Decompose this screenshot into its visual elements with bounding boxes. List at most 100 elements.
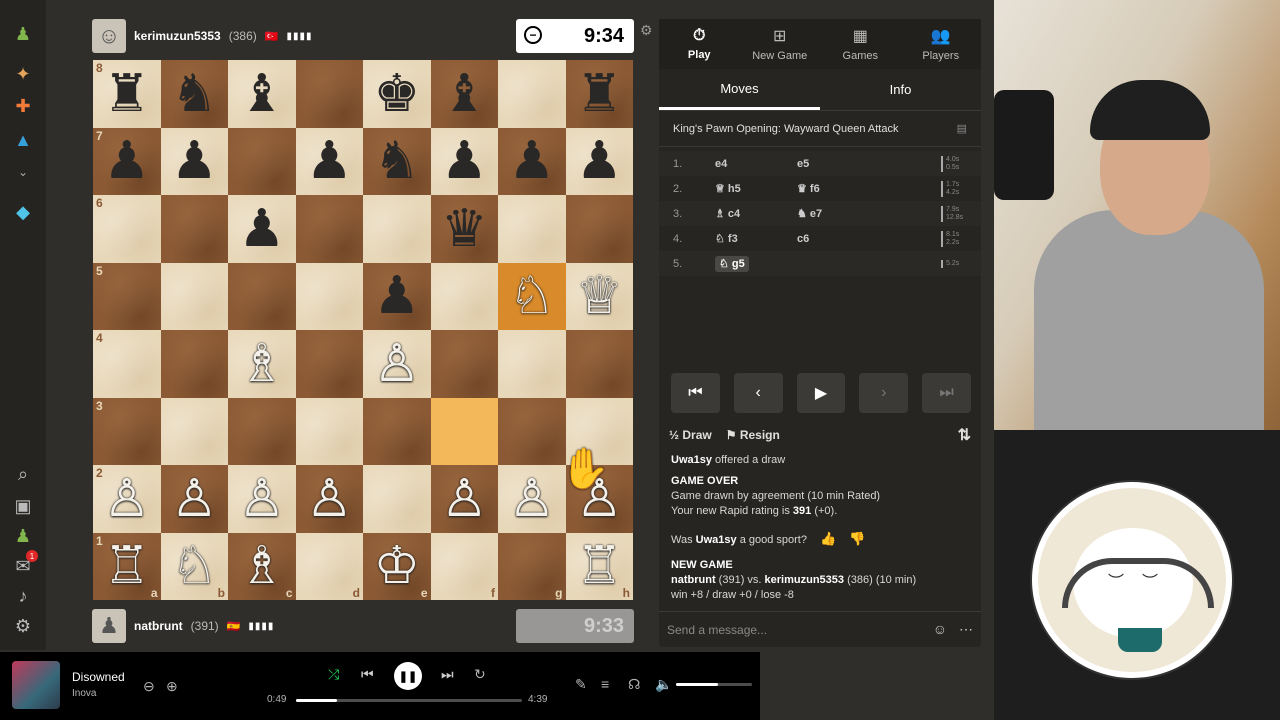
square-d7[interactable]: ♟: [295, 127, 363, 195]
ng-white[interactable]: natbrunt: [671, 574, 716, 586]
chess-piece[interactable]: ♞: [171, 68, 218, 120]
square-a3[interactable]: 3: [93, 397, 161, 465]
chess-piece[interactable]: ♟: [576, 135, 623, 187]
edit-icon[interactable]: ✎: [575, 676, 587, 693]
previous-track-icon[interactable]: ⏮: [361, 666, 374, 683]
square-d1[interactable]: d: [295, 532, 363, 600]
volume-icon[interactable]: 🔈: [655, 676, 672, 693]
square-g6[interactable]: [498, 195, 566, 263]
square-a6[interactable]: 6: [93, 195, 161, 263]
square-b3[interactable]: [160, 397, 228, 465]
black-move[interactable]: c6: [797, 233, 879, 245]
avatar[interactable]: ♟: [92, 609, 126, 643]
last-move-button[interactable]: ⏭: [922, 373, 971, 413]
square-b1[interactable]: ♘ b: [160, 532, 228, 600]
tab-moves[interactable]: Moves: [659, 69, 820, 110]
learn-icon[interactable]: ✚: [11, 94, 35, 118]
chess-piece[interactable]: ♚: [373, 68, 420, 120]
chess-board[interactable]: ♜ 8 ♞ ♝ ♚ ♝ ♜ ♟ 7 ♟ ♟ ♞ ♟ ♟ ♟ 6 ♟ ♛ 5 ♟ ♘ ♕ 4 ♗ ♙ 3 ♙ 2 ♙ ♙ ♙ ♙ ♙ ♙ ♖ 1 a ♘ b ♗…: [93, 60, 633, 600]
draw-button[interactable]: ½ Draw: [669, 428, 712, 442]
square-f5[interactable]: [430, 262, 498, 330]
chess-piece[interactable]: ♝: [441, 68, 488, 120]
volume-slider[interactable]: [676, 683, 752, 686]
repeat-icon[interactable]: ↻: [474, 666, 486, 683]
chess-piece[interactable]: ♙: [508, 473, 555, 525]
square-g3[interactable]: [498, 397, 566, 465]
black-move[interactable]: ♛ f6: [797, 182, 879, 195]
chess-piece[interactable]: ♗: [238, 540, 285, 592]
thumbs-down-icon[interactable]: 👎: [849, 531, 865, 546]
black-move[interactable]: e5: [797, 158, 879, 170]
square-b2[interactable]: ♙: [160, 465, 228, 533]
puzzles-icon[interactable]: ✦: [11, 62, 35, 86]
white-move[interactable]: ♘ g5: [715, 256, 797, 272]
chess-piece[interactable]: ♙: [306, 473, 353, 525]
square-e2[interactable]: [363, 465, 431, 533]
chess-piece[interactable]: ♙: [103, 473, 150, 525]
next-track-icon[interactable]: ⏭: [441, 666, 454, 683]
square-b8[interactable]: ♞: [160, 60, 228, 128]
message-input[interactable]: Send a message...: [667, 623, 767, 637]
play-moves-button[interactable]: ▶: [796, 373, 846, 413]
square-d4[interactable]: [295, 330, 363, 398]
chess-piece[interactable]: ♟: [238, 203, 285, 255]
chess-piece[interactable]: ♛: [441, 203, 488, 255]
chat-user[interactable]: Uwa1sy: [671, 454, 712, 466]
square-c4[interactable]: ♗: [228, 330, 296, 398]
square-b5[interactable]: [160, 262, 228, 330]
add-icon[interactable]: ⊕: [166, 678, 178, 695]
chess-piece[interactable]: ♘: [171, 540, 218, 592]
square-g5[interactable]: ♘: [498, 262, 566, 330]
ng-black[interactable]: kerimuzun5353: [765, 574, 844, 586]
square-c6[interactable]: ♟: [228, 195, 296, 263]
book-icon[interactable]: ▤: [957, 122, 967, 135]
square-f1[interactable]: f: [430, 532, 498, 600]
square-d2[interactable]: ♙: [295, 465, 363, 533]
white-move[interactable]: ♕ h5: [715, 182, 797, 195]
chess-piece[interactable]: ♙: [441, 473, 488, 525]
chevron-down-icon[interactable]: ⌄: [11, 160, 35, 184]
square-d3[interactable]: [295, 397, 363, 465]
tab-info[interactable]: Info: [820, 69, 981, 110]
tab-play[interactable]: ⏱ Play: [659, 19, 740, 69]
avatar[interactable]: ☺: [92, 19, 126, 53]
chess-piece[interactable]: ♟: [306, 135, 353, 187]
square-c2[interactable]: ♙: [228, 465, 296, 533]
chess-piece[interactable]: ♟: [441, 135, 488, 187]
resign-button[interactable]: ⚑ Resign: [726, 428, 780, 442]
square-c3[interactable]: [228, 397, 296, 465]
square-c1[interactable]: ♗ c: [228, 532, 296, 600]
chess-piece[interactable]: ♙: [238, 473, 285, 525]
diamond-icon[interactable]: ◆: [11, 200, 35, 224]
square-a5[interactable]: 5: [93, 262, 161, 330]
square-f3[interactable]: [430, 397, 498, 465]
black-move[interactable]: ♞ e7: [797, 207, 879, 220]
profile-icon[interactable]: ▣: [11, 494, 35, 518]
square-e8[interactable]: ♚: [363, 60, 431, 128]
song-artist[interactable]: Inova: [72, 688, 96, 699]
queue-icon[interactable]: ≡: [601, 676, 609, 692]
chess-piece[interactable]: ♞: [373, 135, 420, 187]
square-g8[interactable]: [498, 60, 566, 128]
bottom-player-name[interactable]: natbrunt: [134, 619, 183, 633]
square-e7[interactable]: ♞: [363, 127, 431, 195]
chess-piece[interactable]: ♜: [576, 68, 623, 120]
square-b7[interactable]: ♟: [160, 127, 228, 195]
white-move[interactable]: ♗ c4: [715, 207, 797, 220]
white-move[interactable]: ♘ f3: [715, 232, 797, 245]
square-f4[interactable]: [430, 330, 498, 398]
tab-players[interactable]: 👥 Players: [901, 19, 982, 69]
square-a4[interactable]: 4: [93, 330, 161, 398]
square-a8[interactable]: ♜ 8: [93, 60, 161, 128]
chess-piece[interactable]: ♕: [576, 270, 623, 322]
square-d6[interactable]: [295, 195, 363, 263]
square-a2[interactable]: ♙ 2: [93, 465, 161, 533]
square-h5[interactable]: ♕: [565, 262, 633, 330]
chess-piece[interactable]: ♙: [171, 473, 218, 525]
chess-piece[interactable]: ♜: [103, 68, 150, 120]
square-c5[interactable]: [228, 262, 296, 330]
square-f2[interactable]: ♙: [430, 465, 498, 533]
song-title[interactable]: Disowned: [72, 670, 125, 684]
tab-new-game[interactable]: ⊞ New Game: [740, 19, 821, 69]
pawn-logo-icon[interactable]: ♟: [11, 22, 35, 46]
